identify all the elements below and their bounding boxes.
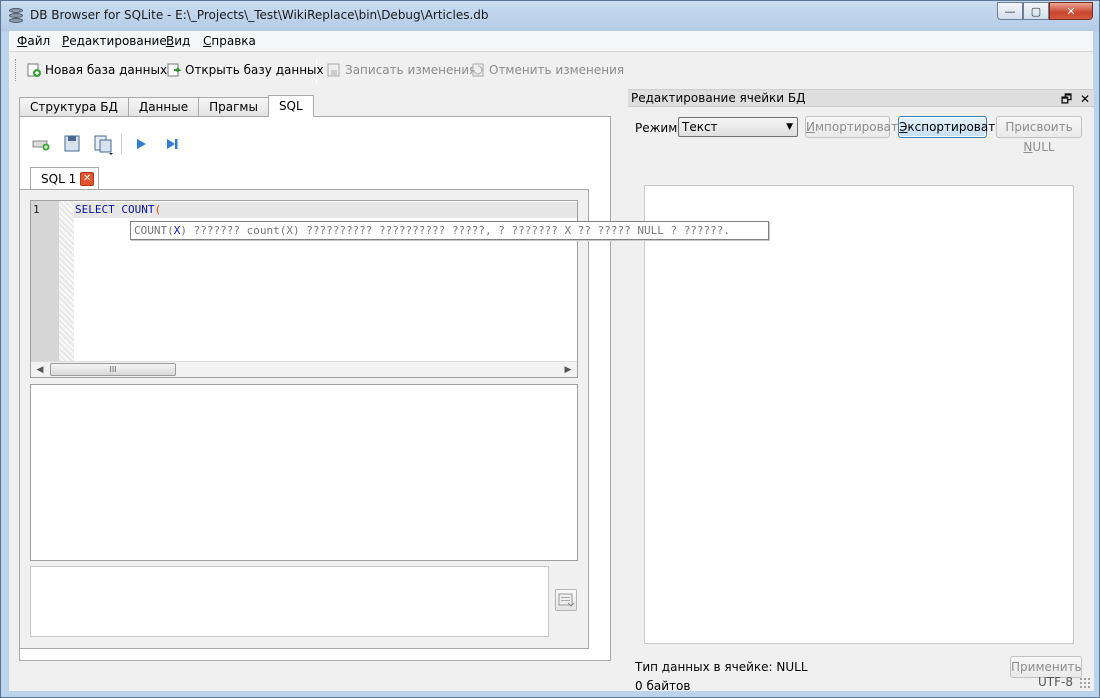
play-icon [137, 139, 146, 149]
write-changes-button[interactable]: Записать изменения [326, 62, 476, 78]
fold-margin [59, 201, 74, 361]
minimize-button[interactable]: — [997, 2, 1023, 20]
line-number-gutter [31, 201, 59, 361]
database-icon [9, 8, 23, 24]
title-bar: DB Browser for SQLite - E:\_Projects\_Te… [1, 1, 1099, 31]
revert-changes-icon [470, 62, 486, 78]
open-database-icon [166, 62, 182, 78]
save-sql-file-button[interactable] [92, 133, 114, 155]
menu-edit[interactable]: Редактирование [62, 34, 167, 48]
sql-editor-tabs: SQL 1 ✕ [30, 167, 100, 189]
save-results-icon [558, 593, 575, 607]
resize-grip[interactable] [1079, 677, 1091, 689]
main-tabs: Структура БД Данные Прагмы SQL [19, 95, 314, 117]
menu-file[interactable]: Файл [17, 34, 50, 48]
write-changes-icon [326, 62, 342, 78]
new-database-button[interactable]: Новая база данных [26, 62, 167, 78]
save-results-button[interactable] [555, 589, 577, 611]
menu-help[interactable]: Справка [203, 34, 256, 48]
open-database-button[interactable]: Открыть базу данных [166, 62, 324, 78]
query-results-grid[interactable] [30, 384, 578, 561]
export-button[interactable]: Экспортировать [898, 116, 1002, 138]
menu-bar: Файл Редактирование Вид Справка [9, 31, 1093, 52]
open-sql-file-button[interactable] [61, 133, 83, 155]
revert-changes-button[interactable]: Отменить изменения [470, 62, 624, 78]
cell-editor-panel: Режим: Текст ▼ Импортировать Экспортиров… [628, 108, 1094, 693]
maximize-button[interactable]: ▢ [1023, 2, 1049, 20]
save-file-icon [94, 135, 113, 155]
float-dock-icon[interactable]: 🗗 [1061, 92, 1072, 106]
line-number: 1 [33, 203, 40, 216]
mode-select-value: Текст [682, 120, 718, 134]
function-calltip: COUNT(X) ??????? count(X) ?????????? ???… [130, 221, 769, 240]
cell-editor-dock-title: Редактирование ячейки БД 🗗 ✕ [628, 89, 1094, 107]
open-file-icon [64, 135, 80, 152]
close-tab-icon[interactable]: ✕ [80, 171, 95, 186]
toolbar-grip[interactable] [15, 59, 18, 81]
menu-view[interactable]: Вид [166, 34, 190, 48]
main-toolbar: Новая база данных Открыть базу данных За… [9, 53, 1093, 87]
mode-select[interactable]: Текст ▼ [678, 117, 798, 137]
open-tab-button[interactable] [30, 133, 52, 155]
sql-message-area[interactable] [30, 566, 549, 637]
open-tab-icon [32, 140, 50, 151]
toolbar-separator [316, 59, 317, 83]
chevron-down-icon: ▼ [786, 122, 793, 132]
tab-structure[interactable]: Структура БД [19, 97, 129, 117]
sql-code: SELECT COUNT( [75, 203, 162, 216]
tab-sql[interactable]: SQL [267, 95, 314, 117]
tab-sql-1[interactable]: SQL 1 ✕ [30, 167, 100, 189]
sql-toolbar [30, 133, 192, 155]
sql-editor-pane: 1 SELECT COUNT( ◀ III ▶ [19, 189, 589, 649]
window-title: DB Browser for SQLite - E:\_Projects\_Te… [30, 8, 489, 22]
import-button[interactable]: Импортировать [805, 116, 905, 138]
tab-data[interactable]: Данные [127, 97, 200, 117]
execute-line-button[interactable] [161, 133, 183, 155]
status-bar: UTF-8 [9, 671, 1093, 691]
app-window: DB Browser for SQLite - E:\_Projects\_Te… [0, 0, 1100, 698]
sql-toolbar-separator [121, 134, 122, 154]
client-area: Файл Редактирование Вид Справка Новая ба… [9, 31, 1094, 693]
close-dock-icon[interactable]: ✕ [1080, 92, 1090, 106]
close-button[interactable]: ✕ [1049, 2, 1093, 20]
set-null-button[interactable]: Присвоить NULL [996, 116, 1082, 154]
mode-label: Режим: [635, 121, 682, 135]
encoding-indicator: UTF-8 [1038, 675, 1073, 689]
new-database-icon [26, 62, 42, 78]
scroll-left-icon[interactable]: ◀ [34, 364, 46, 376]
execute-all-button[interactable] [130, 133, 152, 155]
tab-pragmas[interactable]: Прагмы [198, 97, 269, 117]
horizontal-scrollbar[interactable]: ◀ III ▶ [31, 361, 577, 377]
tab-sql-1-label: SQL 1 [41, 171, 77, 186]
sql-tab-pane: SQL 1 ✕ 1 SELECT COUNT( ◀ III ▶ [19, 116, 611, 661]
step-forward-icon [167, 139, 178, 149]
cell-value-editor[interactable] [644, 185, 1074, 644]
scroll-right-icon[interactable]: ▶ [562, 364, 574, 376]
cell-editor-title: Редактирование ячейки БД [631, 91, 806, 105]
scrollbar-thumb[interactable]: III [50, 363, 176, 376]
